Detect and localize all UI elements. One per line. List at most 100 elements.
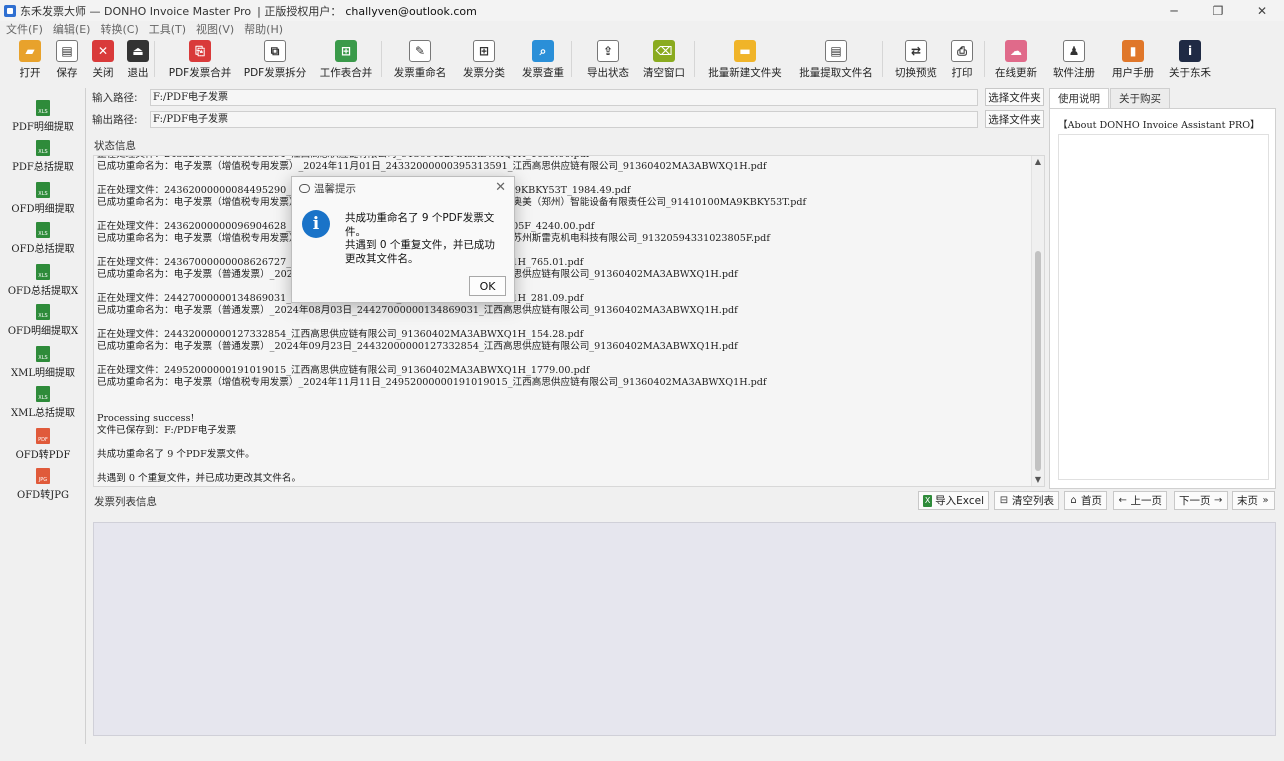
menu-tools[interactable]: 工具(T) — [149, 21, 186, 37]
sidebar-item-5[interactable]: XLS OFD明细提取X — [0, 304, 86, 337]
toolbar-button-13[interactable]: ▤ 批量提取文件名 — [795, 37, 877, 81]
sidebar-item-4[interactable]: XLS OFD总括提取X — [0, 264, 86, 297]
log-line: 已成功重命名为：电子发票（增值税专用发票）_2024年10月21日_243620… — [97, 233, 1030, 245]
sidebar-item-9[interactable]: JPG OFD转JPG — [0, 468, 86, 501]
toolbar-label: 批量新建文件夹 — [708, 67, 782, 79]
toolbar-button-2[interactable]: ✕ 关闭 — [91, 37, 115, 81]
toolbar-button-16[interactable]: ☁ 在线更新 — [992, 37, 1040, 81]
log-line: 共遇到 0 个重复文件，并已成功更改其文件名。 — [97, 473, 302, 484]
status-log[interactable]: 正在处理文件：24332000000395313591_江西高思供应链有限公司_… — [93, 155, 1045, 487]
extract-filename-icon: ▤ — [825, 40, 847, 62]
input-path-row: 输入路径: F:/PDF电子发票 — [92, 88, 978, 106]
dialog-ok-button[interactable]: OK — [469, 276, 506, 296]
about-heading: 【About DONHO Invoice Assistant PRO】 — [1058, 120, 1260, 131]
sidebar-item-label: PDF总括提取 — [12, 162, 74, 173]
toolbar-button-14[interactable]: ⇄ 切换预览 — [892, 37, 940, 81]
log-line: 正在处理文件：24427000000134869031_江西高思供应链有限公司_… — [97, 293, 1030, 305]
xls-icon: XLS — [36, 140, 50, 156]
toolbar-separator — [984, 41, 985, 77]
sidebar-item-2[interactable]: XLS OFD明细提取 — [0, 182, 86, 215]
toolbar-button-7[interactable]: ✎ 发票重命名 — [391, 37, 449, 81]
output-folder-button[interactable]: 选择文件夹 — [985, 110, 1044, 128]
toolbar-button-9[interactable]: ⌕ 发票查重 — [518, 37, 568, 81]
list-button-label: 末页 — [1237, 495, 1258, 507]
toolbar-button-4[interactable]: ⎘ PDF发票合并 — [168, 37, 232, 81]
sidebar-item-3[interactable]: XLS OFD总括提取 — [0, 222, 86, 255]
menu-help[interactable]: 帮助(H) — [244, 21, 283, 37]
scroll-down-icon[interactable]: ▼ — [1034, 476, 1042, 484]
sidebar-item-label: OFD总括提取 — [11, 244, 75, 255]
extract-sidebar: XLS PDF明细提取 XLS PDF总括提取 XLS OFD明细提取 XLS OFD总括提取… — [0, 88, 86, 744]
toolbar-button-17[interactable]: ♟ 软件注册 — [1050, 37, 1098, 81]
list-button-3[interactable]: ← 上一页 — [1113, 491, 1167, 510]
menu-convert[interactable]: 转换(C) — [100, 21, 138, 37]
input-path-field[interactable]: F:/PDF电子发票 — [150, 88, 978, 106]
sidebar-item-label: OFD明细提取 — [11, 204, 75, 215]
log-line: 正在处理文件：24362000000096904628_苏州斯雷克机电科技有限公… — [97, 221, 1030, 233]
sidebar-item-6[interactable]: XLS XML明细提取 — [0, 346, 86, 379]
toolbar-button-11[interactable]: ⌫ 清空窗口 — [641, 37, 687, 81]
list-button-4[interactable]: 下一页 → — [1174, 491, 1228, 510]
app-title: 东禾发票大师 — DONHO Invoice Master Pro — [20, 4, 252, 18]
toolbar-button-19[interactable]: i 关于东禾 — [1167, 37, 1213, 81]
right-panel: 【About DONHO Invoice Assistant PRO】 — [1049, 108, 1276, 489]
input-path-label: 输入路径: — [92, 91, 138, 104]
log-line: 已成功重命名为：电子发票（普通发票）_2024年07月15日_243670000… — [97, 269, 1030, 281]
window-title: 东禾发票大师 — DONHO Invoice Master Pro | 正版授权用… — [20, 3, 477, 19]
menu-edit[interactable]: 编辑(E) — [53, 21, 91, 37]
minimize-button[interactable]: ─ — [1152, 0, 1196, 21]
toolbar-button-12[interactable]: ▬ 批量新建文件夹 — [704, 37, 786, 81]
sidebar-item-1[interactable]: XLS PDF总括提取 — [0, 140, 86, 173]
xls-icon: XLS — [36, 304, 50, 320]
restore-button[interactable]: ❐ — [1196, 0, 1240, 21]
clear-window-icon: ⌫ — [653, 40, 675, 62]
toolbar-button-18[interactable]: ▮ 用户手册 — [1108, 37, 1158, 81]
output-path-field[interactable]: F:/PDF电子发票 — [150, 110, 978, 128]
dialog-message: 共成功重命名了 9 个PDF发票文件。 共遇到 0 个重复文件，并已成功更改其文… — [345, 212, 495, 265]
tab-purchase[interactable]: 关于购买 — [1110, 88, 1170, 108]
toolbar-label: 用户手册 — [1112, 67, 1154, 79]
input-folder-button[interactable]: 选择文件夹 — [985, 88, 1044, 106]
toolbar-label: 导出状态 — [587, 67, 629, 79]
toolbar-button-1[interactable]: ▤ 保存 — [55, 37, 79, 81]
list-button-2[interactable]: ⌂ 首页 — [1064, 491, 1107, 510]
log-scrollbar[interactable]: ▲ ▼ — [1031, 156, 1044, 486]
toolbar-button-0[interactable]: ▰ 打开 — [18, 37, 42, 81]
toolbar-button-10[interactable]: ⇪ 导出状态 — [583, 37, 633, 81]
list-button-1[interactable]: ⊟ 清空列表 — [994, 491, 1059, 510]
scroll-up-icon[interactable]: ▲ — [1034, 158, 1042, 166]
new-folder-icon: ▬ — [734, 40, 756, 62]
menu-view[interactable]: 视图(V) — [196, 21, 234, 37]
license-label: | 正版授权用户： — [257, 4, 342, 18]
sidebar-item-7[interactable]: XLS XML总括提取 — [0, 386, 86, 419]
invoice-list-area[interactable] — [93, 522, 1276, 736]
excel-import-icon: X — [923, 494, 933, 507]
menu-file[interactable]: 文件(F) — [6, 21, 43, 37]
toolbar-button-8[interactable]: ⊞ 发票分类 — [459, 37, 509, 81]
sidebar-item-8[interactable]: PDF OFD转PDF — [0, 428, 86, 461]
list-button-0[interactable]: X 导入Excel — [918, 491, 989, 510]
info-icon: i — [302, 210, 330, 238]
toolbar-button-6[interactable]: ⊞ 工作表合并 — [317, 37, 375, 81]
close-window-button[interactable]: ✕ — [1240, 0, 1284, 21]
sidebar-item-0[interactable]: XLS PDF明细提取 — [0, 100, 86, 133]
toolbar-label: 打开 — [19, 67, 41, 79]
tab-usage[interactable]: 使用说明 — [1049, 88, 1109, 108]
title-bar: 东禾发票大师 — DONHO Invoice Master Pro | 正版授权用… — [0, 0, 1284, 21]
register-user-icon: ♟ — [1063, 40, 1085, 62]
toolbar-button-5[interactable]: ⧉ PDF发票拆分 — [243, 37, 307, 81]
toolbar-button-15[interactable]: ⎙ 打印 — [950, 37, 974, 81]
toolbar-button-3[interactable]: ⏏ 退出 — [126, 37, 150, 81]
output-path-label: 输出路径: — [92, 113, 138, 126]
scroll-thumb[interactable] — [1035, 251, 1041, 471]
dialog-close-button[interactable]: ✕ — [495, 180, 506, 195]
log-line: Processing success! — [97, 413, 195, 424]
log-line: 已成功重命名为：电子发票（增值税专用发票）_2024年10月12日_243620… — [97, 197, 1030, 209]
list-button-5[interactable]: 末页 » — [1232, 491, 1275, 510]
licensed-user: challyven@outlook.com — [345, 4, 477, 18]
classify-icon: ⊞ — [473, 40, 495, 62]
